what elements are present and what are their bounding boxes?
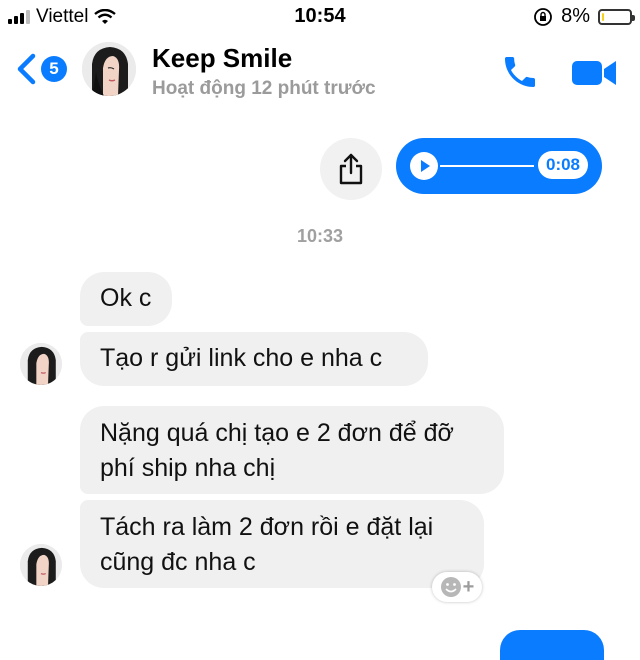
- received-message[interactable]: Tạo r gửi link cho e nha c: [80, 332, 428, 386]
- battery-icon: [598, 8, 635, 25]
- status-right: 8%: [533, 5, 635, 28]
- conversation-header: 5 Keep Smile Hoạt động 12 phút trước: [0, 34, 640, 110]
- play-icon[interactable]: [410, 152, 438, 180]
- received-message[interactable]: Tách ra làm 2 đơn rồi e đặt lại cũng đc …: [80, 500, 484, 588]
- received-message[interactable]: Nặng quá chị tạo e 2 đơn để đỡ phí ship …: [80, 406, 504, 494]
- unread-badge: 5: [41, 56, 67, 82]
- status-bar: Viettel 10:54 8%: [0, 0, 640, 34]
- sent-message-partial[interactable]: [500, 630, 604, 660]
- message-thread: 0:08 10:33 Ok c Tạo r gửi link cho e nha…: [0, 110, 640, 660]
- sender-avatar[interactable]: [20, 343, 62, 385]
- avatar-photo: [20, 544, 62, 586]
- audio-message[interactable]: 0:08: [396, 138, 602, 194]
- battery-fill: [602, 12, 604, 21]
- phone-icon[interactable]: [500, 52, 540, 92]
- avatar-photo: [82, 42, 136, 96]
- audio-duration: 0:08: [538, 151, 588, 179]
- add-reaction-button[interactable]: +: [432, 572, 482, 602]
- plus-icon: +: [462, 576, 475, 598]
- sender-avatar[interactable]: [20, 544, 62, 586]
- contact-avatar[interactable]: [82, 42, 136, 96]
- audio-progress-track[interactable]: [440, 165, 534, 167]
- video-camera-icon[interactable]: [570, 56, 618, 90]
- back-button[interactable]: 5: [14, 52, 67, 86]
- contact-activity-status: Hoạt động 12 phút trước: [152, 78, 376, 99]
- smiley-icon: [440, 577, 461, 597]
- message-timestamp: 10:33: [296, 226, 344, 246]
- received-message[interactable]: Ok c: [80, 272, 172, 326]
- contact-name[interactable]: Keep Smile: [152, 43, 292, 74]
- battery-percent: 8%: [561, 5, 590, 27]
- share-icon: [339, 153, 363, 185]
- back-chevron-icon: [17, 53, 36, 85]
- orientation-lock-icon: [534, 7, 552, 26]
- avatar-photo: [20, 343, 62, 385]
- share-button[interactable]: [320, 138, 382, 200]
